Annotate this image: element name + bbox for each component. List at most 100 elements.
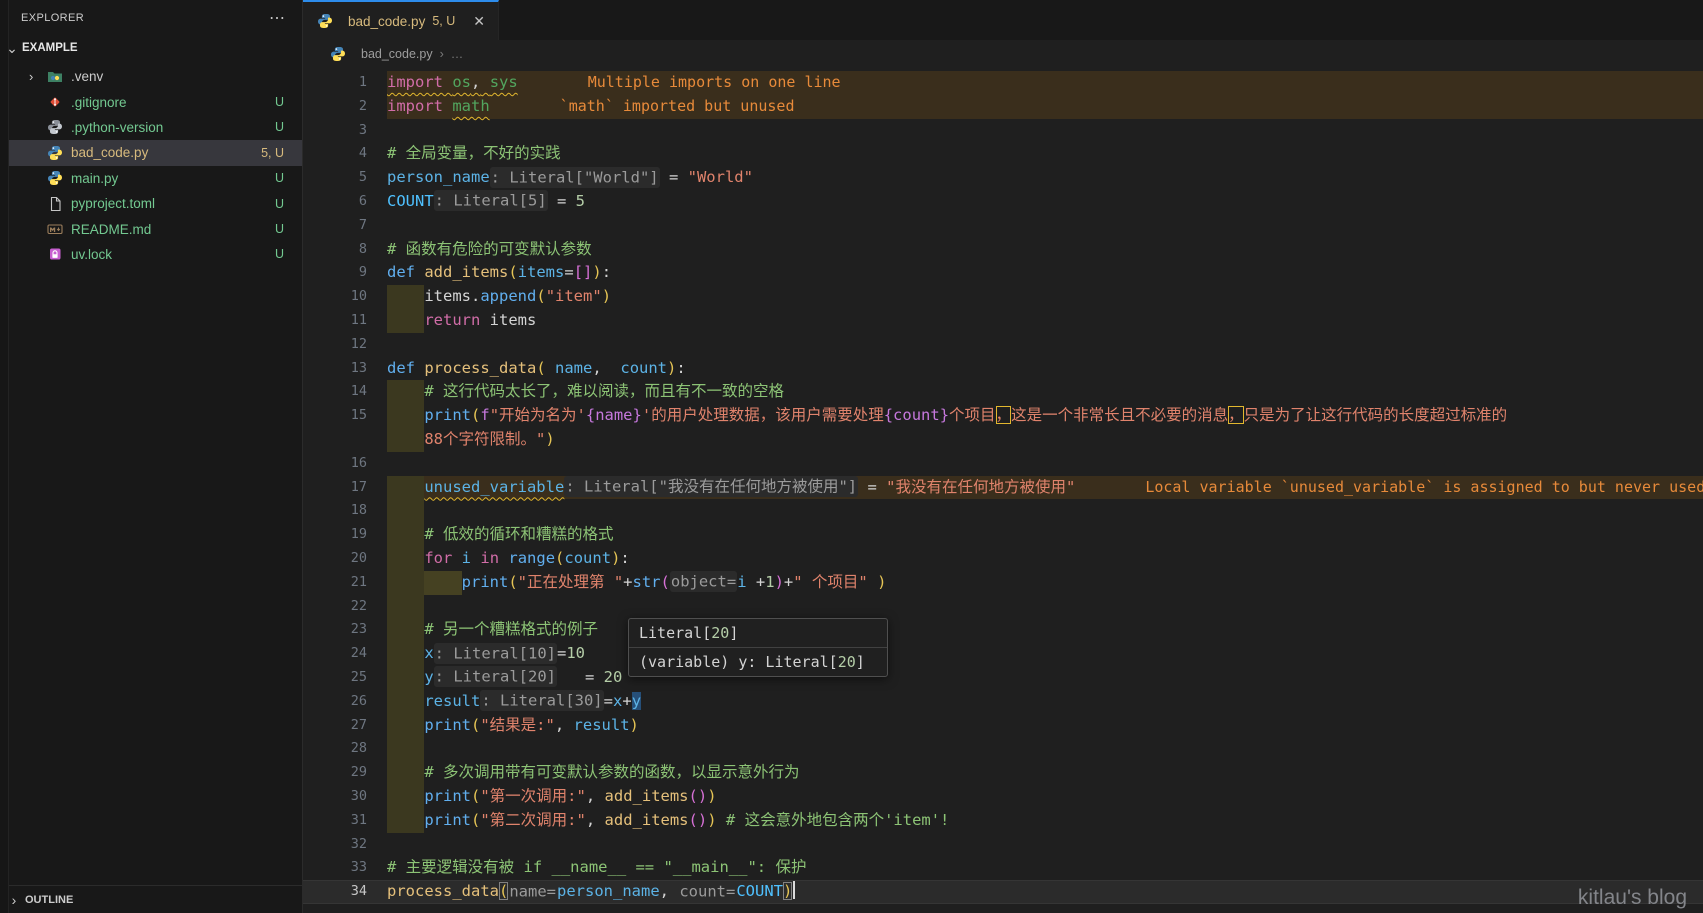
file-item-pyproject-toml[interactable]: pyproject.tomlU: [0, 191, 302, 216]
outline-section-header[interactable]: › OUTLINE: [0, 885, 302, 913]
close-icon[interactable]: ✕: [470, 12, 488, 31]
line-number[interactable]: 22: [303, 595, 367, 619]
breadcrumb-more[interactable]: …: [451, 47, 464, 61]
code-line[interactable]: 6COUNT: Literal[5] = 5: [303, 190, 1703, 214]
line-number[interactable]: 29: [303, 761, 367, 785]
line-number[interactable]: 13: [303, 357, 367, 381]
code-line[interactable]: 4# 全局变量，不好的实践: [303, 142, 1703, 166]
code-token: (: [499, 882, 508, 900]
line-number[interactable]: 15: [303, 404, 367, 428]
line-number[interactable]: 21: [303, 571, 367, 595]
line-number[interactable]: 16: [303, 452, 367, 476]
line-number[interactable]: 17: [303, 476, 367, 500]
code-line[interactable]: 12: [303, 333, 1703, 357]
line-number[interactable]: 9: [303, 261, 367, 285]
code-line[interactable]: 2import math`math` imported but unused: [303, 95, 1703, 119]
line-number[interactable]: 32: [303, 833, 367, 857]
line-number[interactable]: 34: [303, 880, 367, 904]
code-token: [480, 311, 489, 329]
line-number[interactable]: 25: [303, 666, 367, 690]
code-line[interactable]: 26 result: Literal[30]=x+y: [303, 690, 1703, 714]
code-line[interactable]: 28: [303, 737, 1703, 761]
line-number[interactable]: 1: [303, 71, 367, 95]
line-number[interactable]: 33: [303, 856, 367, 880]
code-line[interactable]: 33# 主要逻辑没有被 if __name__ == "__main__": 保…: [303, 856, 1703, 880]
file-item-bad-code-py[interactable]: bad_code.py5, U: [0, 140, 302, 165]
code-token: [564, 716, 573, 734]
line-number[interactable]: 26: [303, 690, 367, 714]
code-line[interactable]: 34process_data(name=person_name, count=C…: [303, 880, 1703, 904]
code-editor[interactable]: 1import os, sysMultiple imports on one l…: [303, 68, 1703, 913]
code-content: [387, 499, 424, 523]
line-number[interactable]: 19: [303, 523, 367, 547]
code-line[interactable]: 24 x: Literal[10]=10: [303, 642, 1703, 666]
line-number[interactable]: 5: [303, 166, 367, 190]
line-number[interactable]: 24: [303, 642, 367, 666]
file-item-uv-lock[interactable]: uv.lockU: [0, 242, 302, 267]
code-line[interactable]: 17 unused_variable: Literal["我没有在任何地方被使用…: [303, 476, 1703, 500]
more-actions-icon[interactable]: ⋯: [269, 8, 286, 28]
code-line[interactable]: 19 # 低效的循环和糟糕的格式: [303, 523, 1703, 547]
code-line[interactable]: 5person_name: Literal["World"] = "World": [303, 166, 1703, 190]
code-line[interactable]: 9def add_items(items=[]):: [303, 261, 1703, 285]
line-number[interactable]: 6: [303, 190, 367, 214]
code-token: print: [462, 573, 509, 591]
tab-problems-badge: 5, U: [432, 14, 455, 28]
code-line[interactable]: 31 print("第二次调用:", add_items()) # 这会意外地包…: [303, 809, 1703, 833]
code-line[interactable]: 13def process_data( name, count):: [303, 357, 1703, 381]
line-number[interactable]: 28: [303, 737, 367, 761]
breadcrumb-file[interactable]: bad_code.py: [361, 47, 433, 61]
code-line[interactable]: 22: [303, 595, 1703, 619]
code-line[interactable]: 11 return items: [303, 309, 1703, 333]
code-content: print("第一次调用:", add_items()): [387, 785, 717, 809]
code-line[interactable]: 30 print("第一次调用:", add_items()): [303, 785, 1703, 809]
code-line[interactable]: 14 # 这行代码太长了，难以阅读，而且有不一致的空格: [303, 380, 1703, 404]
code-content: unused_variable: Literal["我没有在任何地方被使用"] …: [387, 476, 1075, 500]
file-item--python-version[interactable]: .python-versionU: [0, 115, 302, 140]
file-item-readme-md[interactable]: README.mdU: [0, 216, 302, 241]
line-number[interactable]: 20: [303, 547, 367, 571]
code-line[interactable]: 25 y: Literal[20] = 20: [303, 666, 1703, 690]
code-token: import: [387, 97, 443, 115]
line-number[interactable]: 2: [303, 95, 367, 119]
code-token: [443, 73, 452, 91]
code-line[interactable]: 32: [303, 833, 1703, 857]
file-item--venv[interactable]: ›.venv: [0, 64, 302, 89]
line-number[interactable]: 11: [303, 309, 367, 333]
line-number[interactable]: 10: [303, 285, 367, 309]
line-number[interactable]: 27: [303, 714, 367, 738]
code-line[interactable]: 16: [303, 452, 1703, 476]
code-content: # 函数有危险的可变默认参数: [387, 238, 592, 262]
code-line[interactable]: 20 for i in range(count):: [303, 547, 1703, 571]
code-line[interactable]: 29 # 多次调用带有可变默认参数的函数，以显示意外行为: [303, 761, 1703, 785]
code-line[interactable]: 10 items.append("item"): [303, 285, 1703, 309]
code-token: []: [574, 263, 593, 281]
line-number[interactable]: 18: [303, 499, 367, 523]
code-token: 个项目: [949, 406, 996, 424]
line-number[interactable]: 23: [303, 618, 367, 642]
code-line[interactable]: 1import os, sysMultiple imports on one l…: [303, 71, 1703, 95]
line-number[interactable]: 31: [303, 809, 367, 833]
line-number[interactable]: 4: [303, 142, 367, 166]
workspace-section-header[interactable]: ⌄ EXAMPLE: [0, 36, 302, 60]
tab-bad-code-py[interactable]: bad_code.py 5, U ✕: [303, 0, 499, 40]
file-item--gitignore[interactable]: .gitignoreU: [0, 89, 302, 114]
line-number[interactable]: 14: [303, 380, 367, 404]
code-line[interactable]: 27 print("结果是:", result): [303, 714, 1703, 738]
code-token: print: [424, 406, 471, 424]
code-line[interactable]: 7: [303, 214, 1703, 238]
line-number[interactable]: 30: [303, 785, 367, 809]
line-number[interactable]: 12: [303, 333, 367, 357]
code-line[interactable]: 88个字符限制。"): [303, 428, 1703, 452]
code-line[interactable]: 23 # 另一个糟糕格式的例子: [303, 618, 1703, 642]
code-line[interactable]: 18: [303, 499, 1703, 523]
line-number[interactable]: 3: [303, 119, 367, 143]
code-line[interactable]: 3: [303, 119, 1703, 143]
code-line[interactable]: 15 print(f"开始为名为'{name}'的用户处理数据，该用户需要处理{…: [303, 404, 1703, 428]
line-number[interactable]: 7: [303, 214, 367, 238]
code-line[interactable]: 8 # 函数有危险的可变默认参数: [303, 238, 1703, 262]
file-item-main-py[interactable]: main.pyU: [0, 166, 302, 191]
code-token: import: [387, 73, 443, 91]
code-line[interactable]: 21 print("正在处理第 "+str(object=i +1)+" 个项目…: [303, 571, 1703, 595]
line-number[interactable]: 8: [303, 238, 367, 262]
